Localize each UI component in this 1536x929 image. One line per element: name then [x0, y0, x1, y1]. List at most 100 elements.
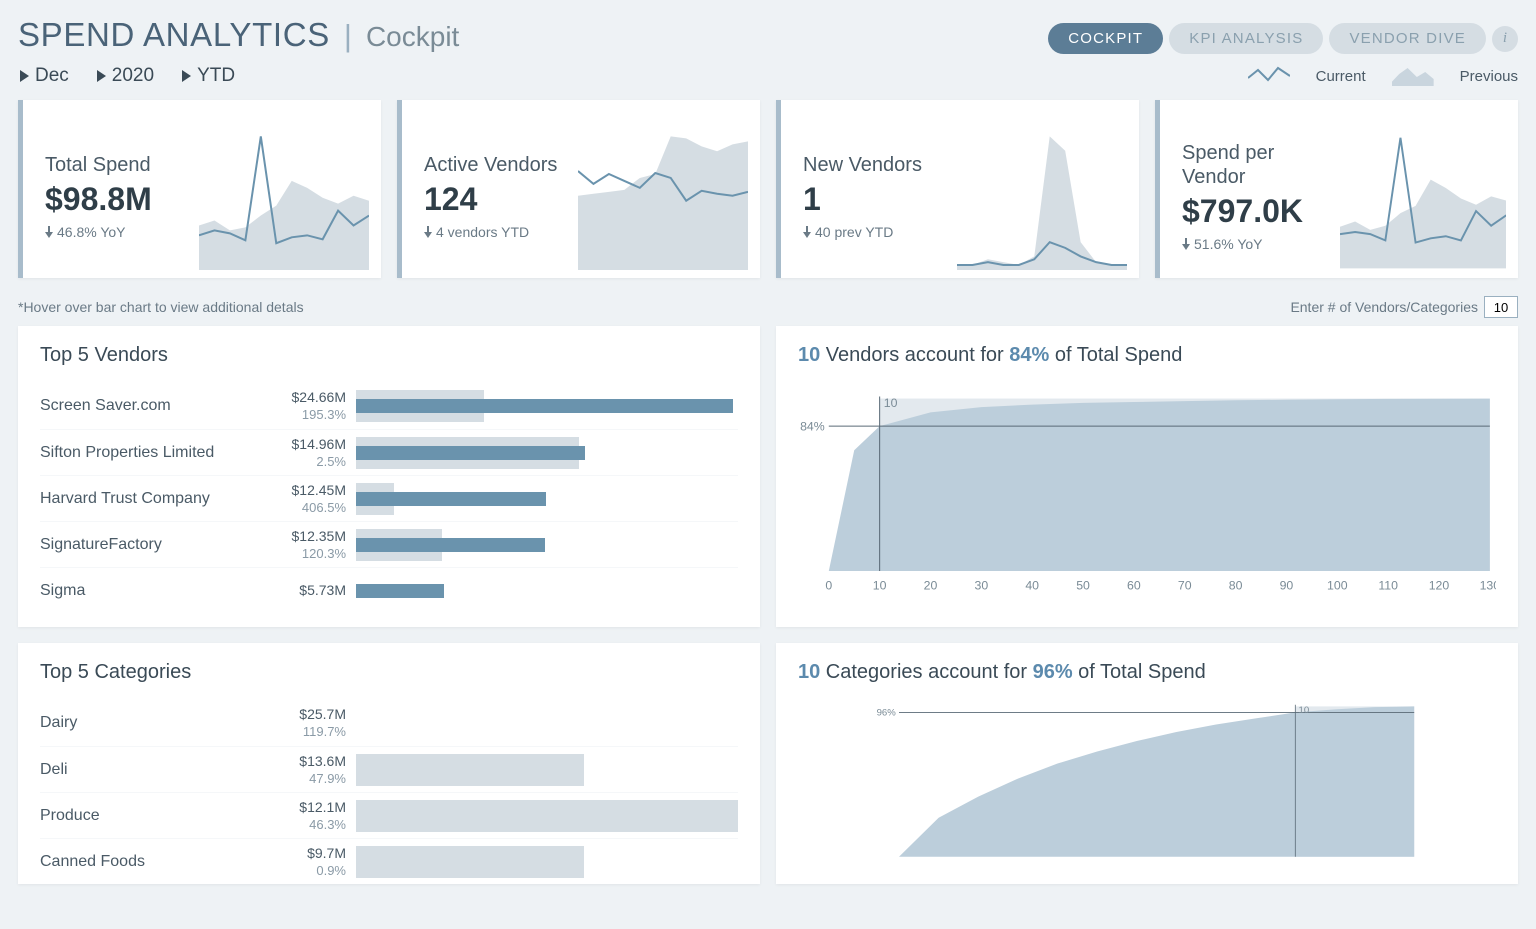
svg-text:40: 40: [1025, 578, 1039, 592]
text: of Total Spend: [1049, 344, 1182, 366]
tab-vendor-dive[interactable]: VENDOR DIVE: [1329, 23, 1486, 54]
bar-values: $5.73M: [270, 582, 356, 599]
panel-vendor-pareto: 10 Vendors account for 84% of Total Spen…: [776, 326, 1518, 627]
kpi-label: Total Spend: [45, 153, 152, 177]
svg-text:60: 60: [1127, 578, 1141, 592]
pareto-count: 10: [798, 344, 820, 366]
text: Categories account for: [820, 661, 1032, 683]
panel-title: 10 Categories account for 96% of Total S…: [798, 661, 1496, 684]
kpi-card[interactable]: Total Spend $98.8M 46.8% YoY: [18, 100, 381, 278]
bar-values: $13.6M47.9%: [270, 753, 356, 787]
kpi-change: 4 vendors YTD: [424, 224, 557, 240]
legend: Current Previous: [1248, 64, 1518, 88]
bar-values: $9.7M0.9%: [270, 845, 356, 879]
svg-text:10: 10: [873, 578, 887, 592]
vendor-count-input[interactable]: [1484, 296, 1518, 318]
svg-text:90: 90: [1280, 578, 1294, 592]
svg-text:20: 20: [924, 578, 938, 592]
bar-name: Harvard Trust Company: [40, 490, 270, 508]
title-separator: |: [344, 18, 352, 54]
arrow-down-icon: [803, 226, 811, 238]
triangle-icon: [182, 70, 191, 82]
svg-text:70: 70: [1178, 578, 1192, 592]
chart-category-pareto[interactable]: 96% 10: [798, 700, 1496, 860]
bar-values: $12.45M406.5%: [270, 482, 356, 516]
legend-current-icon: [1248, 64, 1290, 88]
kpi-label: Active Vendors: [424, 153, 557, 177]
bar-chart: [356, 430, 738, 475]
bar-row[interactable]: Sigma $5.73M: [40, 567, 738, 613]
bar-row[interactable]: Sifton Properties Limited $14.96M2.5%: [40, 429, 738, 475]
bar-chart: [356, 747, 738, 792]
page-subtitle: Cockpit: [366, 21, 459, 53]
bar-chart: [356, 568, 738, 613]
text: of Total Spend: [1073, 661, 1206, 683]
svg-text:10: 10: [884, 396, 898, 410]
pareto-count: 10: [798, 661, 820, 683]
panel-title: Top 5 Categories: [40, 661, 738, 684]
bar-chart: [356, 700, 738, 746]
svg-text:120: 120: [1429, 578, 1450, 592]
kpi-card[interactable]: Active Vendors 124 4 vendors YTD: [397, 100, 760, 278]
filter-month[interactable]: Dec: [20, 65, 69, 87]
view-tabs: COCKPIT KPI ANALYSIS VENDOR DIVE i: [1048, 23, 1518, 54]
text: Vendors account for: [820, 344, 1009, 366]
filter-scope-label: YTD: [197, 65, 235, 87]
filter-year-label: 2020: [112, 65, 154, 87]
svg-text:130: 130: [1480, 578, 1496, 592]
arrow-down-icon: [424, 226, 432, 238]
svg-text:84%: 84%: [800, 419, 825, 433]
bar-chart: [356, 839, 738, 884]
bar-name: Dairy: [40, 714, 270, 732]
bar-chart: [356, 793, 738, 838]
bar-row[interactable]: Produce $12.1M46.3%: [40, 792, 738, 838]
bar-values: $14.96M2.5%: [270, 436, 356, 470]
bar-row[interactable]: Harvard Trust Company $12.45M406.5%: [40, 475, 738, 521]
bar-name: Screen Saver.com: [40, 397, 270, 415]
kpi-label: Spend per Vendor: [1182, 141, 1340, 189]
bar-row[interactable]: Canned Foods $9.7M0.9%: [40, 838, 738, 884]
panel-category-pareto: 10 Categories account for 96% of Total S…: [776, 643, 1518, 884]
kpi-value: $98.8M: [45, 181, 152, 218]
panel-top-vendors: Top 5 Vendors Screen Saver.com $24.66M19…: [18, 326, 760, 627]
bar-chart: [356, 522, 738, 567]
bar-values: $12.35M120.3%: [270, 528, 356, 562]
tab-kpi-analysis[interactable]: KPI ANALYSIS: [1169, 23, 1323, 54]
bar-values: $12.1M46.3%: [270, 799, 356, 833]
kpi-change: 51.6% YoY: [1182, 236, 1340, 252]
info-icon[interactable]: i: [1492, 26, 1518, 52]
page-title: SPEND ANALYTICS: [18, 16, 330, 54]
svg-text:0: 0: [825, 578, 832, 592]
filter-year[interactable]: 2020: [97, 65, 154, 87]
bar-name: Sigma: [40, 582, 270, 600]
bar-values: $24.66M195.3%: [270, 389, 356, 423]
bar-row[interactable]: Dairy $25.7M119.7%: [40, 700, 738, 746]
pareto-pct: 96%: [1033, 661, 1073, 683]
bar-row[interactable]: Deli $13.6M47.9%: [40, 746, 738, 792]
kpi-card[interactable]: Spend per Vendor $797.0K 51.6% YoY: [1155, 100, 1518, 278]
filter-month-label: Dec: [35, 65, 69, 87]
kpi-card[interactable]: New Vendors 1 40 prev YTD: [776, 100, 1139, 278]
kpi-change: 40 prev YTD: [803, 224, 922, 240]
kpi-row: Total Spend $98.8M 46.8% YoY Active Vend…: [18, 100, 1518, 278]
bar-chart: [356, 383, 738, 429]
filter-scope[interactable]: YTD: [182, 65, 235, 87]
pareto-pct: 84%: [1009, 344, 1049, 366]
tab-cockpit[interactable]: COCKPIT: [1048, 23, 1163, 54]
bar-name: Deli: [40, 761, 270, 779]
bar-row[interactable]: SignatureFactory $12.35M120.3%: [40, 521, 738, 567]
bar-values: $25.7M119.7%: [270, 706, 356, 740]
bar-chart: [356, 476, 738, 521]
triangle-icon: [20, 70, 29, 82]
chart-vendor-pareto[interactable]: 84% 10 0102030405060708090100110120130: [798, 383, 1496, 603]
kpi-value: 124: [424, 181, 557, 218]
panel-title: 10 Vendors account for 84% of Total Spen…: [798, 344, 1496, 367]
bar-name: SignatureFactory: [40, 536, 270, 554]
panel-top-categories: Top 5 Categories Dairy $25.7M119.7% Deli…: [18, 643, 760, 884]
hover-hint: *Hover over bar chart to view additional…: [18, 299, 304, 315]
svg-text:50: 50: [1076, 578, 1090, 592]
bar-row[interactable]: Screen Saver.com $24.66M195.3%: [40, 383, 738, 429]
kpi-value: 1: [803, 181, 922, 218]
bar-name: Sifton Properties Limited: [40, 444, 270, 462]
triangle-icon: [97, 70, 106, 82]
